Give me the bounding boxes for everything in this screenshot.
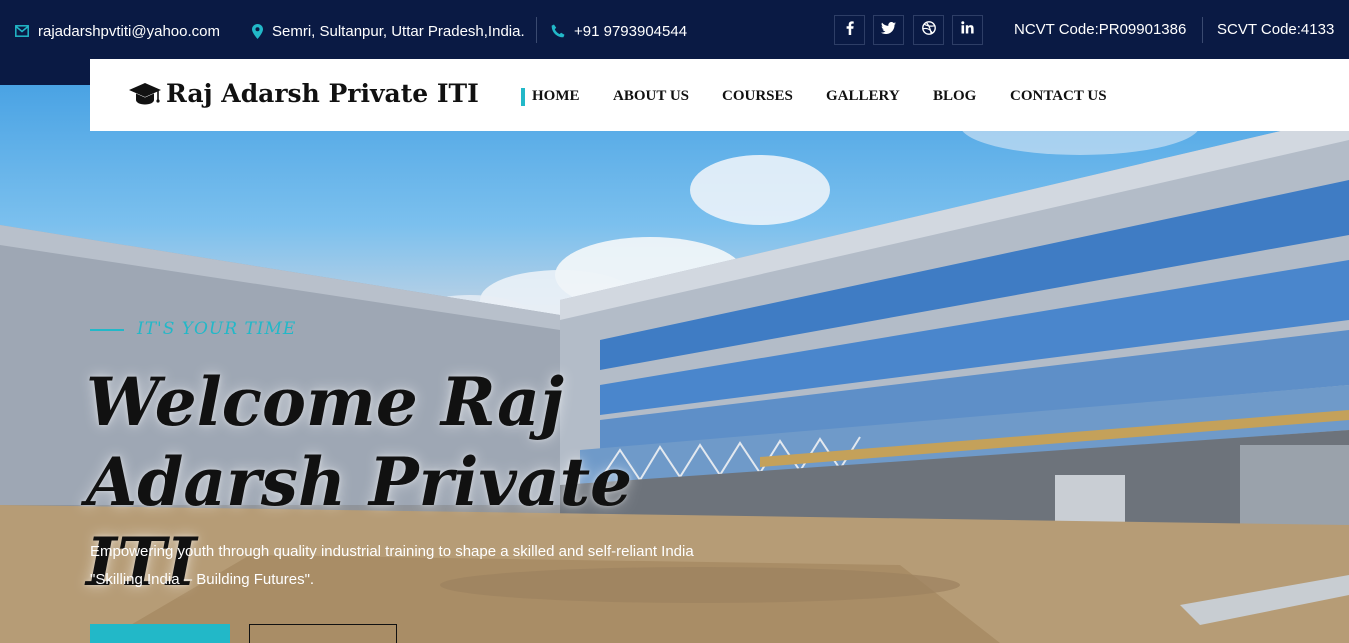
linkedin-link[interactable]	[952, 15, 983, 45]
email-text: rajadarshpvtiti@yahoo.com	[38, 22, 220, 40]
dribbble-icon	[921, 20, 936, 40]
phone-icon	[551, 24, 565, 38]
map-pin-icon	[252, 23, 263, 39]
facebook-link[interactable]	[834, 15, 865, 45]
nav-about-us[interactable]: ABOUT US	[613, 88, 689, 105]
nav-blog[interactable]: BLOG	[933, 88, 976, 105]
divider	[1202, 17, 1203, 43]
email-info[interactable]: rajadarshpvtiti@yahoo.com	[15, 20, 220, 42]
hero-tagline: IT'S YOUR TIME	[137, 319, 297, 339]
hero-secondary-button[interactable]	[249, 624, 397, 643]
nav-home[interactable]: HOME	[532, 88, 580, 105]
nav-gallery[interactable]: GALLERY	[826, 88, 900, 105]
facebook-icon	[846, 20, 854, 40]
nav-courses[interactable]: COURSES	[722, 88, 793, 105]
address-text: Semri, Sultanpur, Uttar Pradesh,India.	[272, 22, 525, 40]
dribbble-link[interactable]	[913, 15, 944, 45]
phone-info[interactable]: +91 9793904544	[551, 20, 687, 42]
brand-name: Raj Adarsh Private ITI	[166, 79, 479, 108]
hero-primary-button[interactable]	[90, 624, 230, 643]
nav-active-indicator	[521, 88, 525, 106]
ncvt-code: NCVT Code:PR09901386	[1014, 21, 1187, 38]
linkedin-icon	[961, 21, 974, 39]
brand-logo[interactable]: Raj Adarsh Private ITI	[128, 79, 479, 108]
address-info: Semri, Sultanpur, Uttar Pradesh,India.	[252, 20, 525, 42]
hero-description: Empowering youth through quality industr…	[90, 543, 694, 588]
nav-contact-us[interactable]: CONTACT US	[1010, 88, 1107, 105]
graduation-cap-icon	[128, 81, 162, 107]
twitter-link[interactable]	[873, 15, 904, 45]
main-navbar: Raj Adarsh Private ITI HOME ABOUT US COU…	[90, 59, 1349, 131]
hero-headline-line1: Welcome Raj	[86, 363, 564, 441]
envelope-icon	[15, 25, 29, 37]
tagline-accent-line	[90, 329, 124, 331]
phone-text: +91 9793904544	[574, 22, 688, 40]
scvt-code: SCVT Code:4133	[1217, 21, 1335, 38]
twitter-icon	[881, 21, 896, 39]
divider	[536, 17, 537, 43]
